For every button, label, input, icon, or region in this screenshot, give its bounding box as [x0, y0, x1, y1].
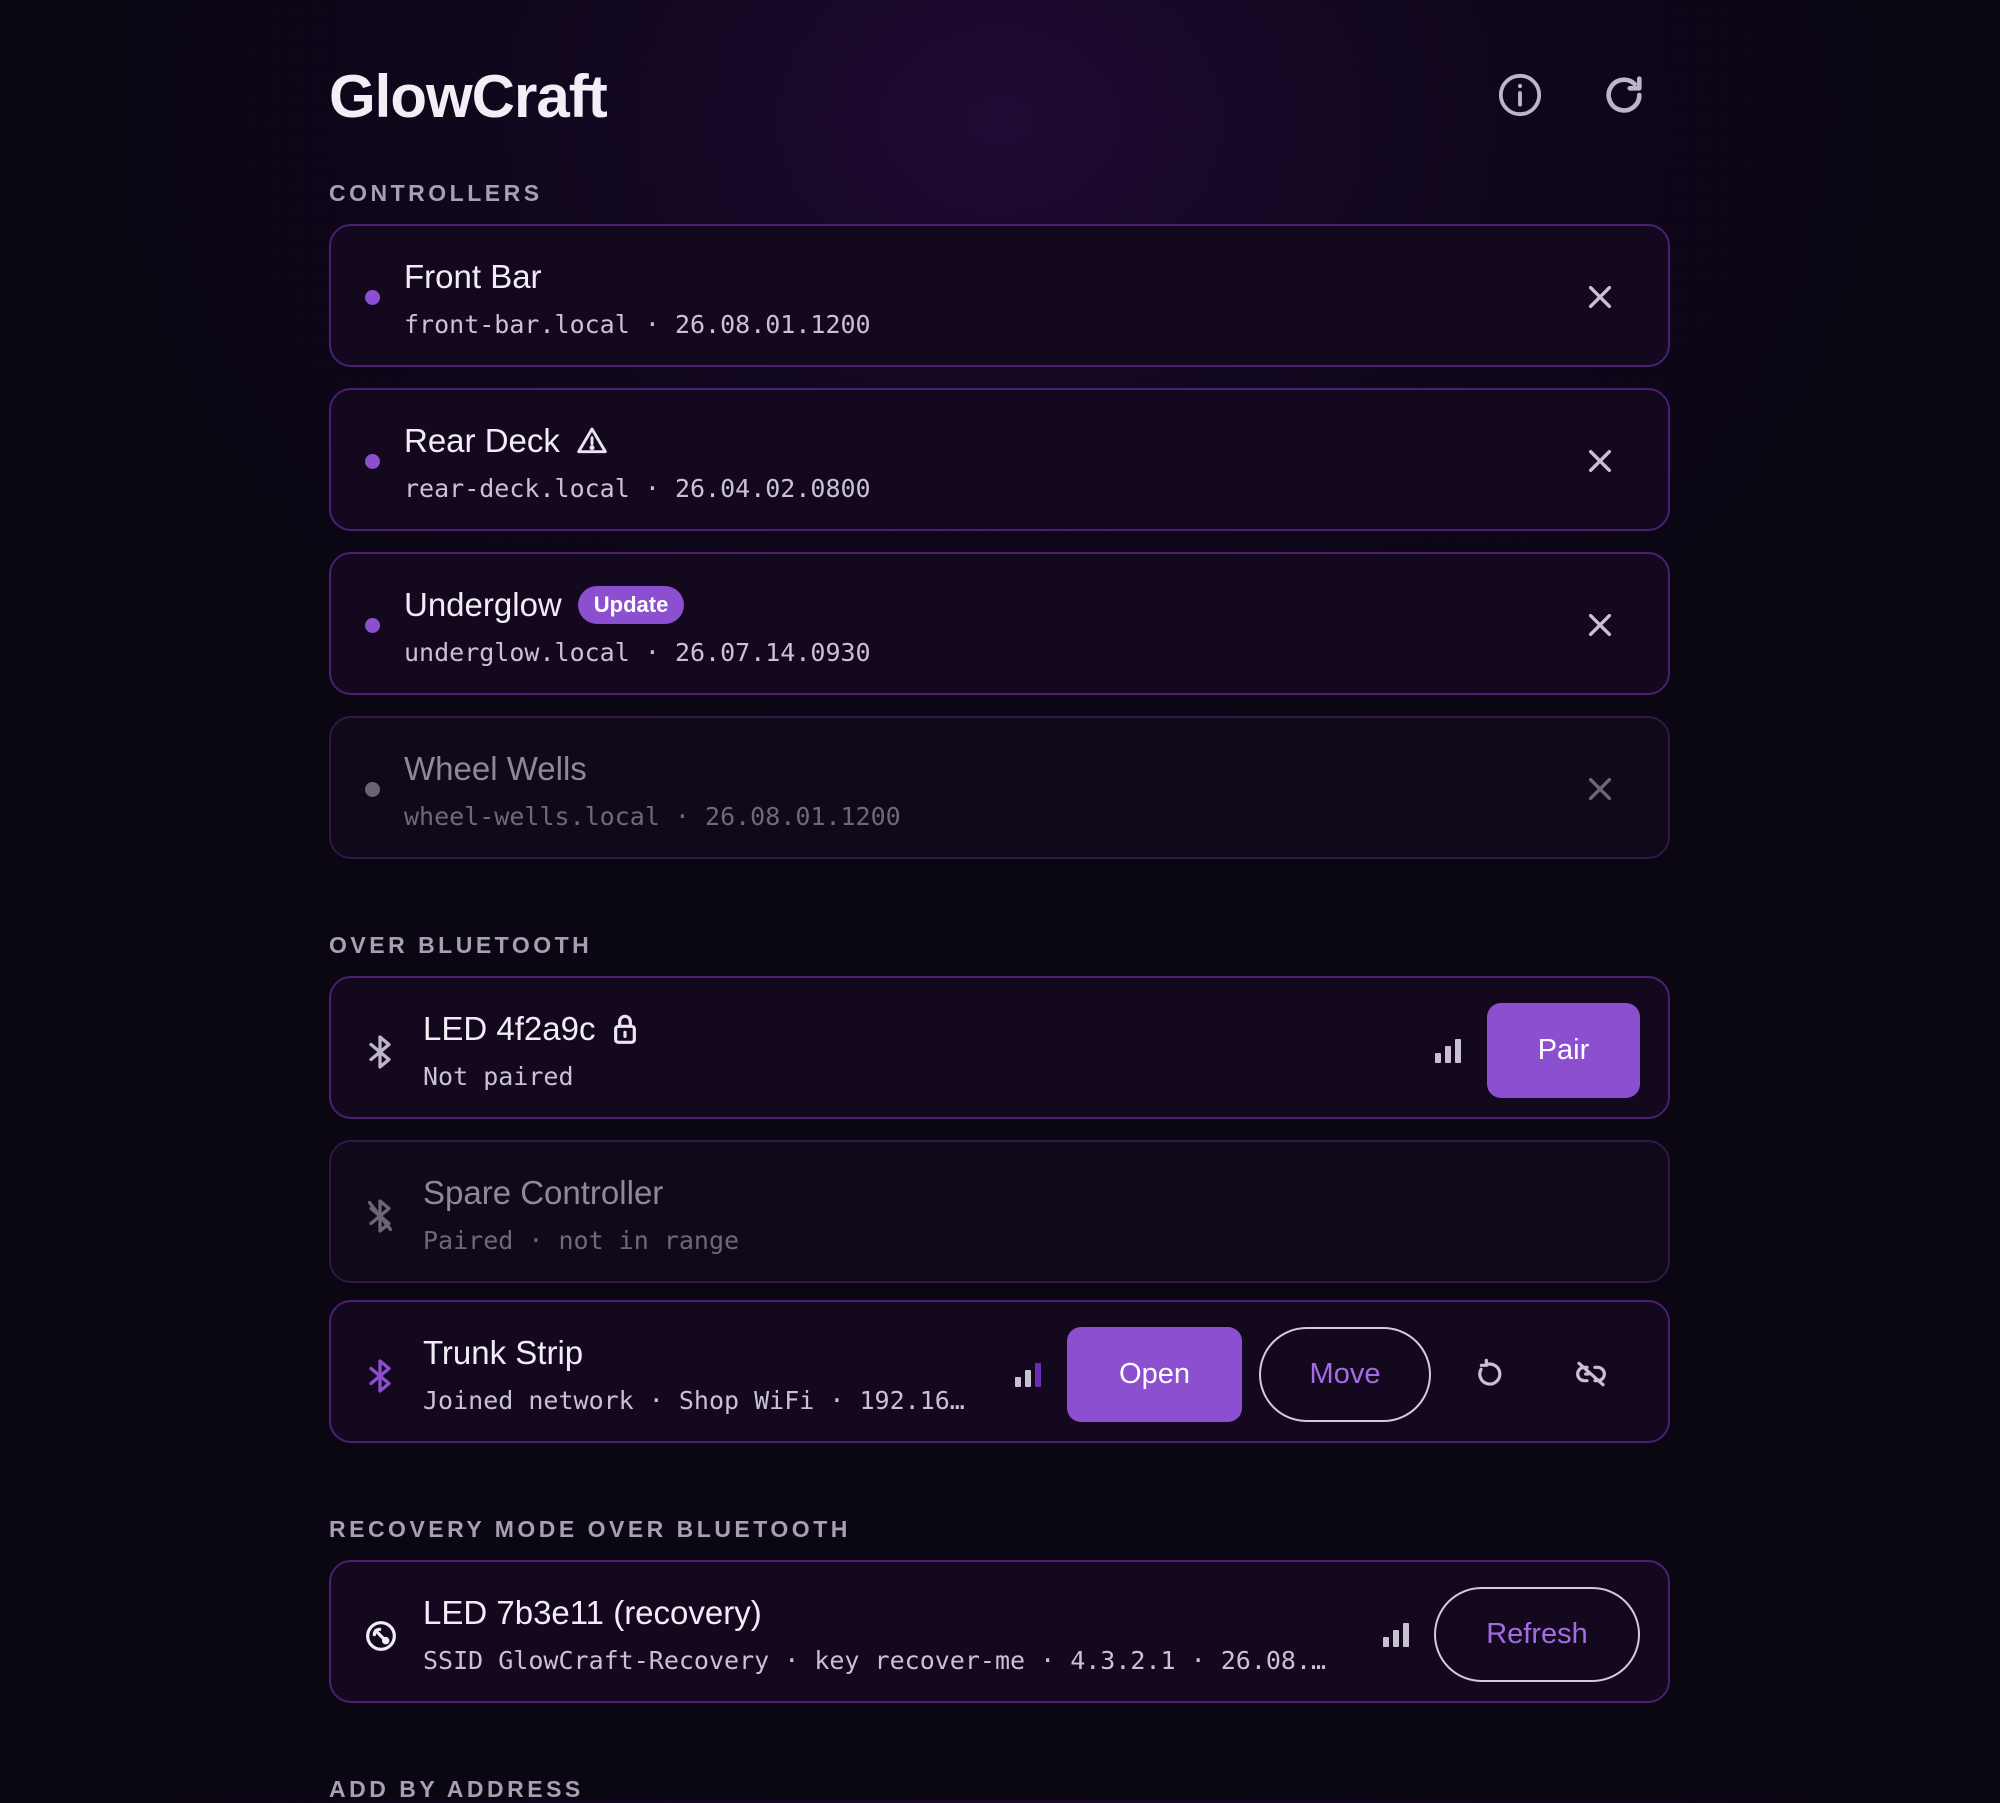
refresh-icon	[1606, 76, 1642, 113]
controller-card-underglow[interactable]: Underglow Update underglow.local · 26.07…	[329, 552, 1670, 695]
move-button[interactable]: Move	[1259, 1327, 1431, 1422]
pair-button[interactable]: Pair	[1487, 1003, 1640, 1098]
controller-card-wheel-wells[interactable]: Wheel Wells wheel-wells.local · 26.08.01…	[329, 716, 1670, 859]
status-dot	[365, 618, 380, 633]
device-status: SSID GlowCraft-Recovery · key recover-me…	[423, 1646, 1327, 1675]
signal-icon	[1435, 1035, 1465, 1063]
controller-name: Underglow Update	[404, 586, 685, 624]
update-badge[interactable]: Update	[577, 586, 685, 624]
device-status: Not paired	[423, 1062, 574, 1091]
reconnect-button[interactable]	[1473, 1358, 1505, 1390]
status-dot	[365, 782, 380, 797]
device-name: LED 4f2a9c	[423, 1010, 639, 1048]
unlink-button[interactable]	[1575, 1358, 1607, 1390]
bluetooth-card-trunk-strip[interactable]: Trunk Strip Joined network · Shop WiFi ·…	[329, 1300, 1670, 1443]
bluetooth-off-icon	[365, 1198, 395, 1234]
device-name: Trunk Strip	[423, 1334, 584, 1371]
main-container: GlowCraft CONTROLLERS Front Bar front-ba…	[329, 0, 1672, 1802]
controller-name: Wheel Wells	[404, 750, 587, 787]
bluetooth-card-spare-controller[interactable]: Spare Controller Paired · not in range	[329, 1140, 1670, 1283]
section-bluetooth: OVER BLUETOOTH	[329, 932, 593, 958]
app-title: GlowCraft	[329, 63, 608, 130]
controller-name: Rear Deck	[404, 422, 608, 460]
controller-details: rear-deck.local · 26.04.02.0800	[404, 474, 871, 503]
controller-name: Front Bar	[404, 258, 542, 295]
remove-controller-button[interactable]	[1584, 773, 1616, 805]
controller-details: front-bar.local · 26.08.01.1200	[404, 310, 871, 339]
rotate-icon	[1478, 1358, 1502, 1386]
close-icon	[1588, 613, 1612, 637]
device-name: Spare Controller	[423, 1174, 664, 1211]
bluetooth-card-led-4f2a9c[interactable]: LED 4f2a9c Not paired Pair	[329, 976, 1670, 1119]
signal-icon	[1383, 1619, 1413, 1647]
lock-icon	[611, 1013, 639, 1045]
bluetooth-icon	[365, 1034, 395, 1070]
section-add-by-address: ADD BY ADDRESS	[329, 1776, 584, 1802]
remove-controller-button[interactable]	[1584, 445, 1616, 477]
controller-card-front-bar[interactable]: Front Bar front-bar.local · 26.08.01.120…	[329, 224, 1670, 367]
close-icon	[1588, 449, 1612, 473]
recovery-card-led-7b3e11[interactable]: LED 7b3e11 (recovery) SSID GlowCraft-Rec…	[329, 1560, 1670, 1703]
status-dot	[365, 454, 380, 469]
device-name: LED 7b3e11 (recovery)	[423, 1594, 762, 1631]
refresh-button[interactable]	[1601, 72, 1647, 118]
remove-controller-button[interactable]	[1584, 609, 1616, 641]
info-icon	[1498, 73, 1542, 117]
remove-controller-button[interactable]	[1584, 281, 1616, 313]
header: GlowCraft	[329, 0, 1672, 150]
warning-icon	[576, 425, 608, 457]
section-recovery: RECOVERY MODE OVER BLUETOOTH	[329, 1516, 851, 1542]
unlink-icon	[1576, 1361, 1606, 1387]
close-icon	[1588, 285, 1612, 309]
controller-details: wheel-wells.local · 26.08.01.1200	[404, 802, 901, 831]
recovery-icon	[365, 1620, 397, 1652]
open-button[interactable]: Open	[1067, 1327, 1242, 1422]
section-controllers: CONTROLLERS	[329, 180, 543, 206]
device-status: Paired · not in range	[423, 1226, 740, 1255]
info-button[interactable]	[1497, 72, 1543, 118]
status-dot	[365, 290, 380, 305]
close-icon	[1588, 777, 1612, 801]
controller-card-rear-deck[interactable]: Rear Deck rear-deck.local · 26.04.02.080…	[329, 388, 1670, 531]
controller-details: underglow.local · 26.07.14.0930	[404, 638, 871, 667]
device-status: Joined network · Shop WiFi · 192.16…	[423, 1386, 965, 1415]
signal-icon	[1015, 1359, 1045, 1387]
refresh-recovery-button[interactable]: Refresh	[1434, 1587, 1640, 1682]
bluetooth-icon	[365, 1358, 395, 1394]
